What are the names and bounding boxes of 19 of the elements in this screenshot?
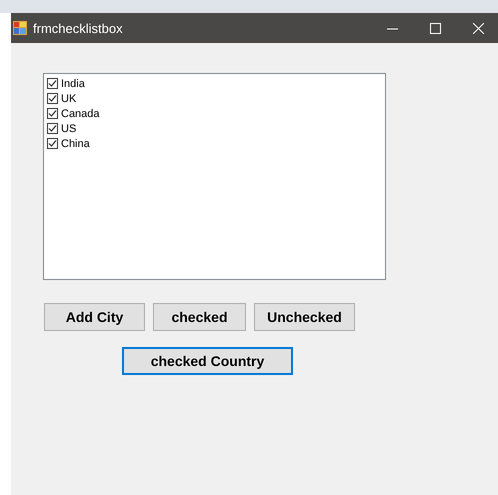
checkbox[interactable] [47,123,58,134]
close-icon [473,22,484,34]
action-button[interactable]: Add City [44,303,145,331]
action-button[interactable]: checked [153,303,246,331]
item-label: India [61,78,85,90]
checkbox[interactable] [47,108,58,119]
maximize-icon [430,22,441,34]
action-button[interactable]: Unchecked [254,303,355,331]
app-icon [13,21,27,35]
item-label: Canada [61,108,100,120]
checkbox[interactable] [47,93,58,104]
checkbox[interactable] [47,138,58,149]
window-title: frmchecklistbox [33,20,124,36]
action-button[interactable]: checked Country [122,347,293,375]
checked-list-box[interactable]: India UK Canada US China [43,73,386,280]
item-label: UK [61,92,76,104]
checkbox[interactable] [47,78,58,89]
item-label: China [61,138,90,150]
item-label: US [61,122,76,134]
